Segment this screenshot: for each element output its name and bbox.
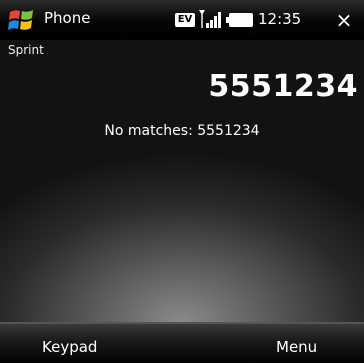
battery-icon[interactable] — [226, 12, 254, 28]
app-title: Phone — [44, 9, 91, 27]
keypad-softkey[interactable]: Keypad — [42, 338, 97, 356]
softkey-bar: Keypad Menu — [0, 322, 364, 363]
close-icon[interactable]: × — [330, 6, 358, 34]
carrier-name: Sprint — [8, 43, 44, 57]
network-type-badge: EV — [175, 13, 195, 27]
phone-screen: Phone EV 12:35 × Sprint 5551234 No match… — [0, 0, 364, 363]
dialed-number: 5551234 — [208, 69, 358, 104]
clock[interactable]: 12:35 — [258, 10, 301, 28]
windows-start-icon[interactable] — [6, 4, 38, 36]
match-status: No matches: 5551234 — [104, 123, 260, 139]
dialer-area: Sprint 5551234 No matches: 5551234 — [0, 41, 364, 322]
menu-softkey[interactable]: Menu — [276, 338, 317, 356]
title-bar: Phone EV 12:35 × — [0, 0, 364, 41]
signal-icon[interactable] — [198, 8, 222, 30]
